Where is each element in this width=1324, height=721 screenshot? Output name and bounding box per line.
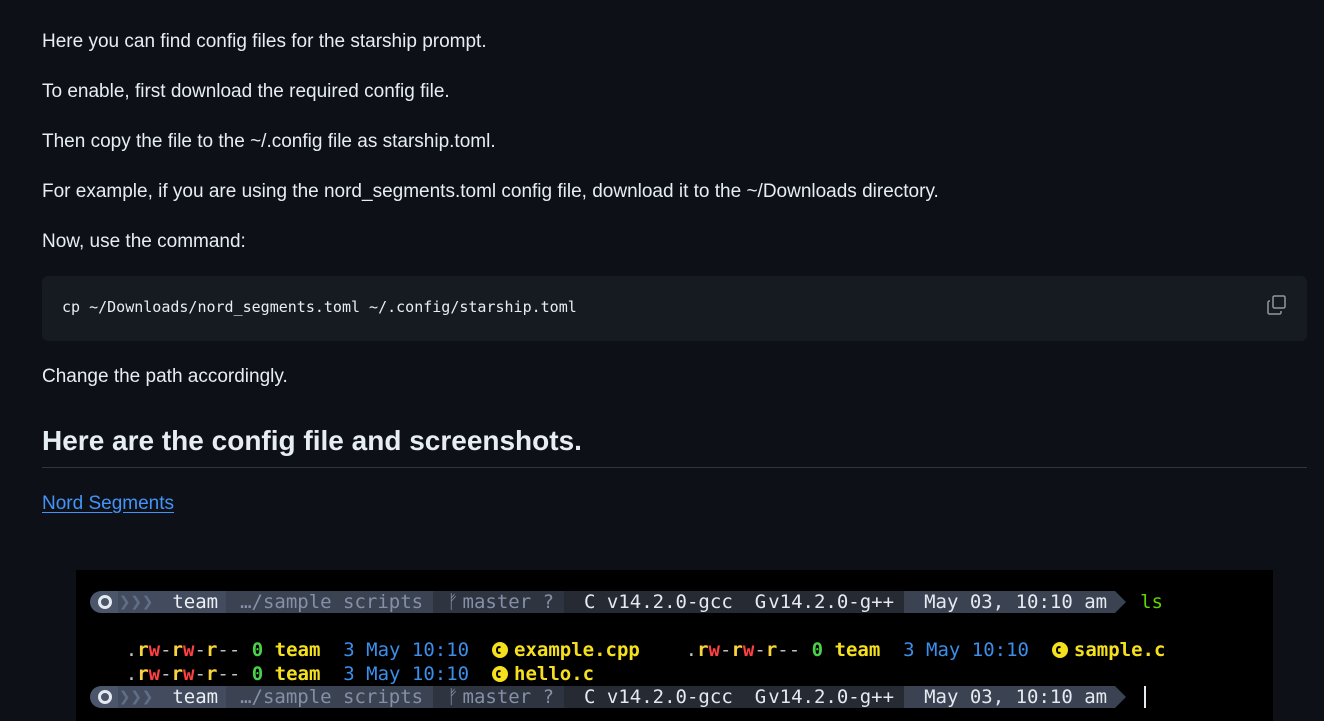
section-heading: Here are the config file and screenshots… [42, 425, 582, 456]
c-file-icon [1051, 642, 1068, 658]
prompt-c-version: C v14.2.0-gcc [564, 686, 743, 708]
prompt-directory: …/sample scripts [226, 591, 434, 613]
file-name: hello.c [514, 663, 595, 685]
git-branch-icon: ᚠ [447, 591, 459, 613]
intro-paragraph: Here you can find config files for the s… [42, 31, 487, 52]
prompt-arrow-icon [1115, 686, 1127, 708]
chevron-icon: ❯❯❯ [118, 686, 155, 708]
heading-divider [42, 467, 1307, 468]
perm-dot: . [685, 639, 698, 661]
file-date: 3 May 10:10 [343, 663, 470, 685]
cpp-icon: G [754, 591, 767, 613]
prompt-cpp: Gv14.2.0-g++ [742, 591, 905, 613]
prompt-user: team [154, 591, 227, 613]
ls-output-line: .rw-rw-r-- 0 team 3 May 10:10 hello.c [125, 663, 595, 685]
code-text[interactable]: cp ~/Downloads/nord_segments.toml ~/.con… [62, 298, 577, 316]
copy-paragraph: Then copy the file to the ~/.config file… [42, 131, 496, 152]
enable-paragraph: To enable, first download the required c… [42, 81, 450, 102]
prompt-command: ls [1140, 591, 1163, 613]
prompt-arrow-icon [1115, 591, 1127, 613]
git-branch-icon: ᚠ [447, 686, 459, 708]
terminal-prompt: ❯❯❯ team …/sample scripts ᚠ master ? C v14.2.… [90, 685, 1147, 709]
prompt-c-version: C v14.2.0-gcc [564, 591, 743, 613]
file-name: sample.c [1073, 639, 1166, 661]
terminal-cursor [1144, 686, 1147, 708]
ls-output-line: .rw-rw-r-- 0 team 3 May 10:10 example.cp… [125, 639, 1166, 661]
example-paragraph: For example, if you are using the nord_s… [42, 181, 939, 202]
os-logo-icon [98, 595, 112, 609]
prompt-git-branch: master ? [462, 686, 555, 708]
os-logo-segment [90, 591, 118, 613]
prompt-git-branch: master ? [462, 591, 555, 613]
prompt-cpp-version: v14.2.0-g++ [768, 591, 895, 613]
file-owner: team [274, 663, 321, 685]
prompt-time: May 03, 10:10 am [904, 686, 1116, 708]
c-file-icon [492, 666, 509, 682]
code-block: cp ~/Downloads/nord_segments.toml ~/.con… [42, 276, 1307, 341]
prompt-cpp-version: v14.2.0-g++ [768, 686, 895, 708]
os-logo-segment [90, 686, 118, 708]
command-paragraph: Now, use the command: [42, 231, 246, 252]
file-owner: team [834, 639, 881, 661]
prompt-cpp: Gv14.2.0-g++ [742, 686, 905, 708]
perm-dot: . [125, 663, 138, 685]
prompt-git: ᚠ master ? [433, 686, 565, 708]
prompt-directory: …/sample scripts [226, 686, 434, 708]
nord-segments-link[interactable]: Nord Segments [42, 492, 174, 516]
file-size: 0 [251, 663, 264, 685]
prompt-time: May 03, 10:10 am [904, 591, 1116, 613]
prompt-user: team [154, 686, 227, 708]
terminal-prompt: ❯❯❯ team …/sample scripts ᚠ master ? C v14.2.… [90, 590, 1163, 614]
terminal-screenshot: ❯❯❯ team …/sample scripts ᚠ master ? C v14.2.… [76, 570, 1273, 721]
cpp-icon: G [754, 686, 767, 708]
file-date: 3 May 10:10 [903, 639, 1030, 661]
os-logo-icon [98, 690, 112, 704]
file-size: 0 [811, 639, 824, 661]
path-paragraph: Change the path accordingly. [42, 366, 288, 387]
chevron-icon: ❯❯❯ [118, 591, 155, 613]
prompt-git: ᚠ master ? [433, 591, 565, 613]
copy-icon[interactable] [1265, 293, 1289, 317]
